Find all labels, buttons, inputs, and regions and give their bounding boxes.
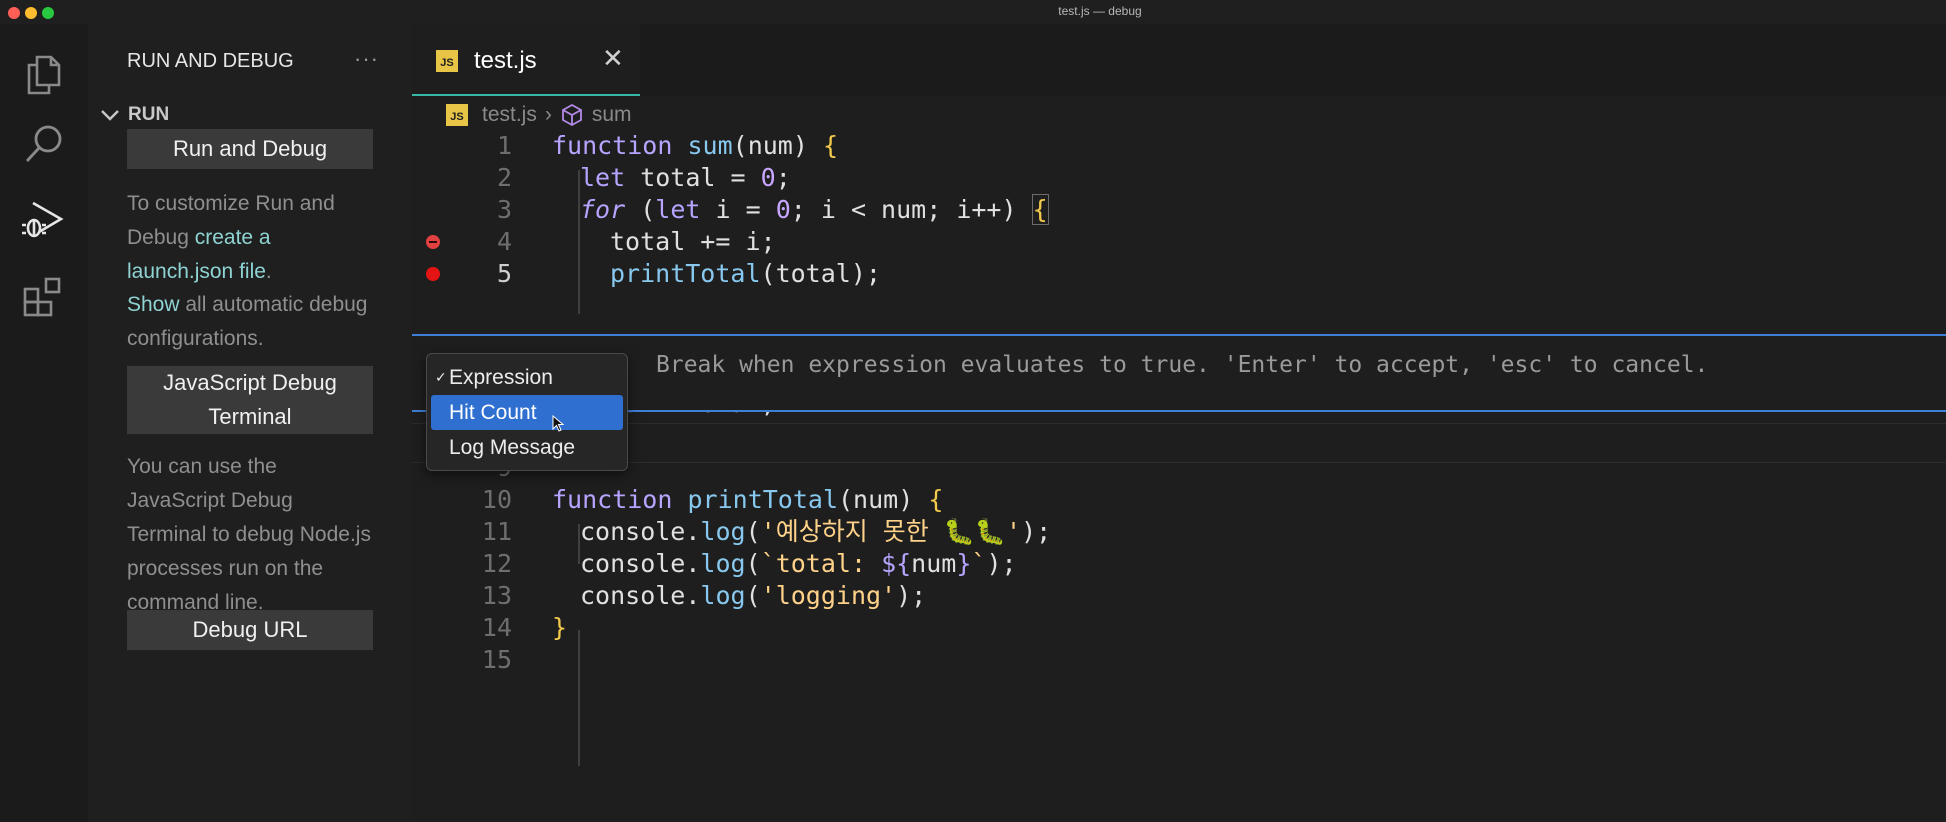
method-cube-icon — [561, 103, 582, 127]
run-section-header[interactable]: RUN — [98, 104, 169, 126]
breakpoint-condition-widget: Break when expression evaluates to true.… — [412, 334, 1946, 412]
breakpoint-type-dropdown[interactable]: ✓ Expression Hit Count Log Message — [426, 353, 628, 471]
mouse-pointer-icon — [552, 415, 565, 432]
close-icon[interactable]: ✕ — [602, 44, 624, 72]
title-bar: test.js — debug — [0, 0, 1946, 24]
show-configurations-text: Show all automatic debug configurations. — [127, 293, 368, 350]
sidebar-title: RUN AND DEBUG — [127, 50, 294, 72]
breadcrumb-symbol[interactable]: sum — [592, 103, 632, 127]
editor-tab-bar: JS test.js ✕ — [412, 24, 1946, 96]
dropdown-option-log-message[interactable]: Log Message — [431, 430, 623, 465]
tab-test-js[interactable]: JS test.js ✕ — [412, 24, 640, 96]
terminal-description: You can use the JavaScript Debug Termina… — [127, 455, 371, 614]
breakpoint-condition-input[interactable]: Break when expression evaluates to true.… — [656, 352, 1708, 378]
chevron-right-icon: › — [544, 103, 552, 126]
run-debug-icon[interactable] — [16, 192, 72, 248]
extensions-icon[interactable] — [16, 270, 72, 326]
show-link[interactable]: Show — [127, 293, 180, 316]
dropdown-option-hit-count[interactable]: Hit Count — [431, 395, 623, 430]
run-section-label: RUN — [128, 104, 170, 125]
breadcrumb-file[interactable]: test.js — [482, 103, 537, 127]
javascript-file-icon: JS — [446, 104, 468, 126]
line-number: 15 — [481, 645, 512, 674]
check-icon: ✓ — [435, 369, 447, 385]
activity-bar — [0, 24, 88, 822]
line-number: 5 — [496, 259, 512, 288]
code-editor[interactable]: 1 function sum(num) { 2 let total = 0; 3… — [412, 130, 1946, 822]
explorer-icon[interactable] — [16, 46, 72, 102]
conditional-breakpoint-icon[interactable] — [426, 235, 440, 249]
search-icon[interactable] — [16, 116, 72, 172]
code-line-5[interactable]: 5 printTotal(total); — [412, 254, 1946, 294]
tab-label: test.js — [474, 47, 537, 74]
code-line-15[interactable]: 15 — [412, 640, 1946, 680]
run-and-debug-button[interactable]: Run and Debug — [127, 129, 373, 169]
javascript-file-icon: JS — [436, 50, 458, 72]
chevron-down-icon — [101, 110, 119, 121]
breakpoint-icon[interactable] — [426, 267, 440, 281]
dropdown-option-expression[interactable]: ✓ Expression — [431, 360, 623, 395]
run-debug-sidebar: RUN AND DEBUG ··· RUN Run and Debug To c… — [88, 24, 412, 822]
javascript-debug-terminal-button[interactable]: JavaScript Debug Terminal — [127, 366, 373, 434]
customize-text: To customize Run and Debug create a laun… — [127, 192, 335, 283]
code-text: printTotal(total); — [610, 259, 881, 288]
window-title: test.js — debug — [1058, 4, 1142, 18]
debug-url-button[interactable]: Debug URL — [127, 610, 373, 650]
more-actions-button[interactable]: ··· — [354, 46, 379, 72]
